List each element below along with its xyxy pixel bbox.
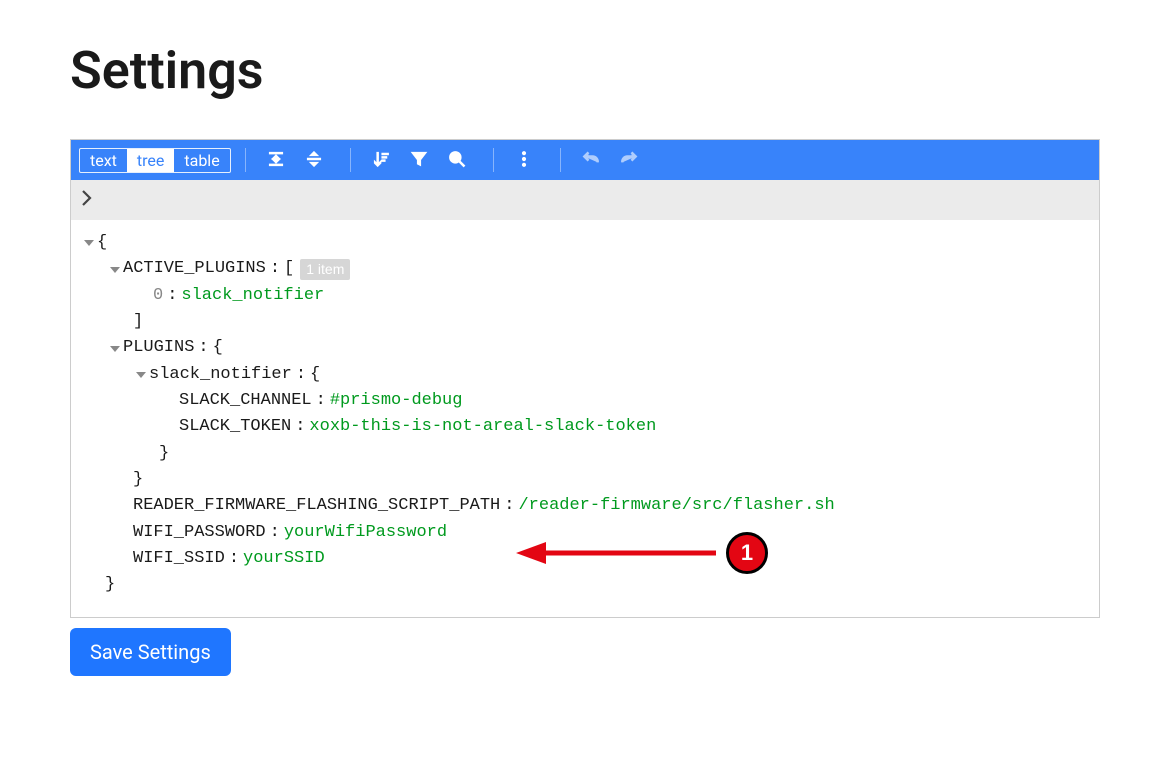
brace-open: { [97, 230, 107, 256]
brace-close: } [159, 441, 169, 467]
json-colon: : [292, 362, 310, 388]
toolbar-divider [350, 148, 351, 172]
redo-icon [619, 149, 639, 172]
mode-table-button[interactable]: table [174, 149, 229, 172]
tree-row-plugins[interactable]: PLUGINS : { [81, 335, 1089, 361]
json-colon: : [500, 493, 518, 519]
json-colon: : [225, 546, 243, 572]
tree-row-root-open[interactable]: { [81, 230, 1089, 256]
mode-switch: text tree table [79, 148, 231, 173]
brace-close: } [105, 572, 115, 598]
tree-row-slack-notifier[interactable]: slack_notifier : { [81, 362, 1089, 388]
search-icon [447, 149, 467, 172]
caret-down-icon[interactable] [81, 238, 97, 248]
json-colon: : [163, 283, 181, 309]
json-editor: text tree table [70, 139, 1100, 618]
redo-button[interactable] [613, 145, 645, 176]
json-colon: : [312, 388, 330, 414]
collapse-all-button[interactable] [298, 145, 330, 176]
tree-row-root-close: } [81, 572, 1089, 598]
json-value: /reader-firmware/src/flasher.sh [518, 493, 834, 519]
array-index: 0 [153, 283, 163, 309]
json-key: PLUGINS [123, 335, 194, 361]
brace-close: } [133, 467, 143, 493]
json-key: SLACK_TOKEN [179, 414, 291, 440]
tree-row-object-close: } [81, 467, 1089, 493]
json-key: WIFI_SSID [133, 546, 225, 572]
sort-icon [371, 149, 391, 172]
json-key: SLACK_CHANNEL [179, 388, 312, 414]
brace-open: { [213, 335, 223, 361]
json-colon: : [194, 335, 212, 361]
bracket-open: [ [284, 256, 294, 282]
json-key: slack_notifier [149, 362, 292, 388]
save-settings-button[interactable]: Save Settings [70, 628, 231, 676]
caret-down-icon[interactable] [133, 370, 149, 380]
filter-button[interactable] [403, 145, 435, 176]
more-menu-button[interactable] [508, 145, 540, 176]
tree-row-wifi-ssid[interactable]: WIFI_SSID : yourSSID [81, 546, 1089, 572]
toolbar-divider [245, 148, 246, 172]
json-key: ACTIVE_PLUGINS [123, 256, 266, 282]
toolbar-divider [493, 148, 494, 172]
sort-button[interactable] [365, 145, 397, 176]
json-colon: : [291, 414, 309, 440]
tree-row-wifi-password[interactable]: WIFI_PASSWORD : yourWifiPassword [81, 520, 1089, 546]
json-key: WIFI_PASSWORD [133, 520, 266, 546]
caret-down-icon[interactable] [107, 265, 123, 275]
tree-row-slack-channel[interactable]: SLACK_CHANNEL : #prismo-debug [81, 388, 1089, 414]
tree-row-array-item[interactable]: 0 : slack_notifier [81, 283, 1089, 309]
toolbar-divider [560, 148, 561, 172]
kebab-icon [514, 149, 534, 172]
json-key: READER_FIRMWARE_FLASHING_SCRIPT_PATH [133, 493, 500, 519]
tree-row-slack-token[interactable]: SLACK_TOKEN : xoxb-this-is-not-areal-sla… [81, 414, 1089, 440]
json-value: yourWifiPassword [284, 520, 447, 546]
filter-icon [409, 149, 429, 172]
collapse-all-icon [304, 149, 324, 172]
json-colon: : [266, 520, 284, 546]
tree-panel: { ACTIVE_PLUGINS : [ 1 item 0 : slack_no… [71, 220, 1099, 617]
caret-down-icon[interactable] [107, 344, 123, 354]
undo-icon [581, 149, 601, 172]
search-button[interactable] [441, 145, 473, 176]
json-value: yourSSID [243, 546, 325, 572]
brace-open: { [310, 362, 320, 388]
breadcrumb-bar [71, 180, 1099, 220]
editor-toolbar: text tree table [71, 140, 1099, 180]
tree-row-active-plugins[interactable]: ACTIVE_PLUGINS : [ 1 item [81, 256, 1089, 282]
json-value: xoxb-this-is-not-areal-slack-token [309, 414, 656, 440]
json-value: slack_notifier [181, 283, 324, 309]
tree-row-object-close: } [81, 441, 1089, 467]
undo-button[interactable] [575, 145, 607, 176]
chevron-right-icon [81, 190, 93, 210]
json-colon: : [266, 256, 284, 282]
json-value: #prismo-debug [330, 388, 463, 414]
page-title: Settings [70, 40, 1100, 101]
expand-all-icon [266, 149, 286, 172]
tree-row-reader-path[interactable]: READER_FIRMWARE_FLASHING_SCRIPT_PATH : /… [81, 493, 1089, 519]
mode-text-button[interactable]: text [80, 149, 127, 172]
expand-all-button[interactable] [260, 145, 292, 176]
mode-tree-button[interactable]: tree [127, 149, 174, 172]
tree-row-array-close: ] [81, 309, 1089, 335]
item-count-badge: 1 item [300, 259, 350, 281]
bracket-close: ] [133, 309, 143, 335]
